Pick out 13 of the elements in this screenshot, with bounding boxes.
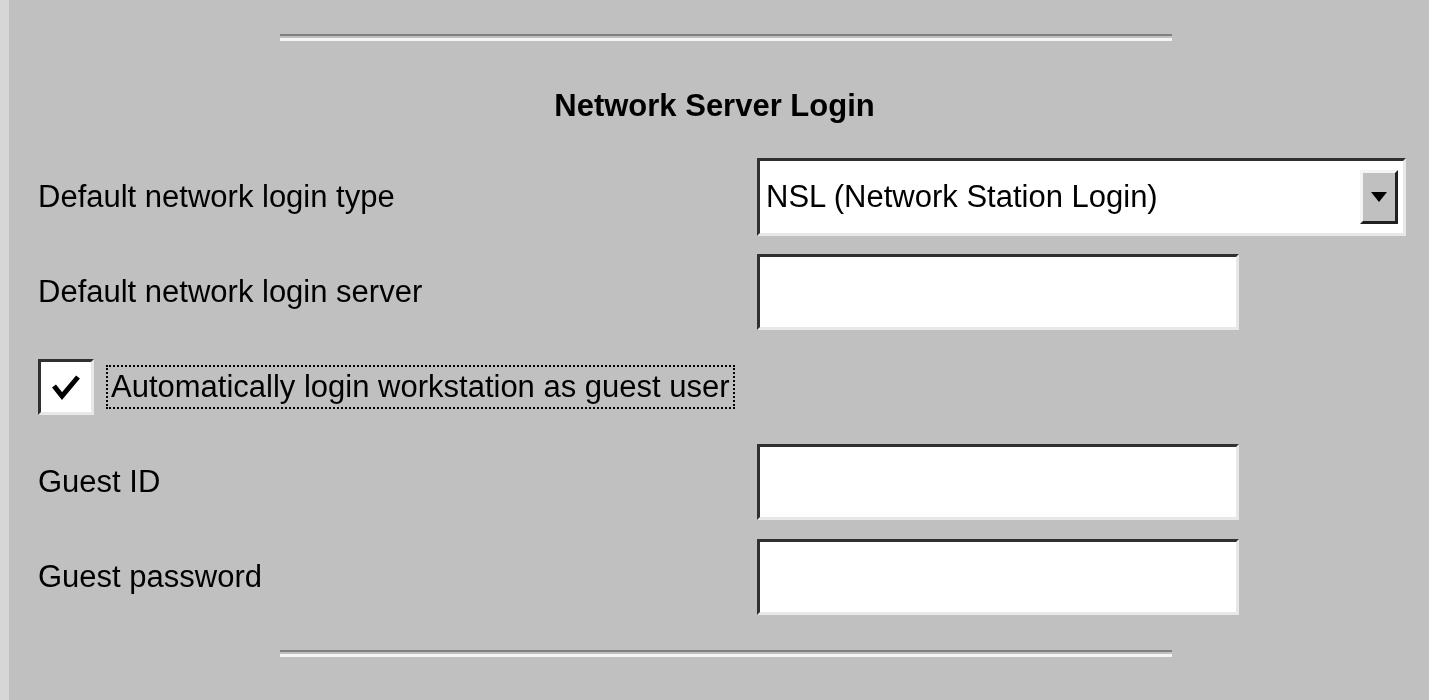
field-label: Default network login type <box>38 178 396 215</box>
input-field[interactable] <box>757 253 1239 330</box>
field-label: Guest ID <box>38 463 162 500</box>
checkmark-icon <box>52 373 80 400</box>
checkbox-label[interactable]: Automatically login workstation as guest user <box>106 364 735 409</box>
field-label: Guest password <box>38 558 263 595</box>
field-label: Default network login server <box>38 273 424 310</box>
input-field[interactable] <box>757 538 1239 615</box>
login-type-dropdown[interactable]: NSL (Network Station Login) <box>757 157 1406 236</box>
section-title: Network Server Login <box>554 87 875 125</box>
input-field[interactable] <box>757 443 1239 520</box>
checkbox[interactable] <box>38 358 94 415</box>
dropdown-arrow-icon <box>1371 191 1387 202</box>
